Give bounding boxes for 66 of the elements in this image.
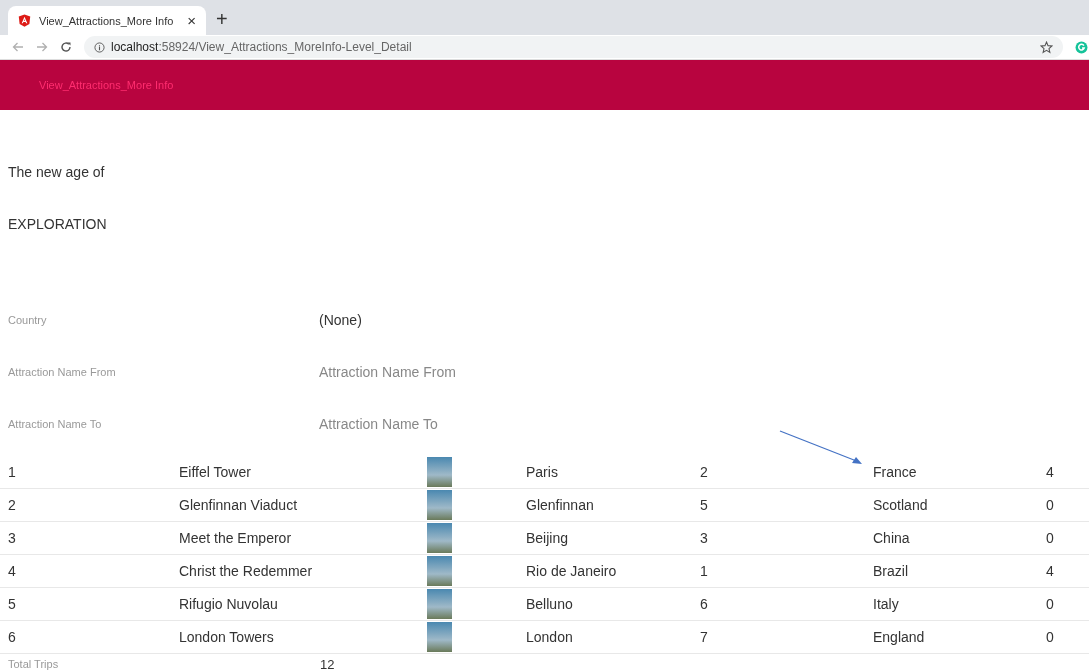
table-cell-text: 4 [1046,563,1055,579]
reload-icon[interactable] [60,41,72,53]
table-cell-text: 6 [700,596,709,612]
table-cell-text: 2 [700,464,709,480]
table-cell-text: Beijing [526,530,570,546]
table-cell-text: 0 [1046,596,1055,612]
table-cell-text: 5 [700,497,709,513]
tab-title: View_Attractions_More Info [39,14,175,27]
table-cell-text: 6 [8,629,17,645]
address-field[interactable]: localhost:58924/View_Attractions_MoreInfo-Level_Detail [84,36,1063,58]
table-cell-text: 1 [8,464,17,480]
table-cell-text: 7 [700,629,709,645]
photo-placeholder [427,523,452,553]
table-cell-text: China [873,530,911,546]
filter-label: Country [8,314,48,326]
table-cell-text: 3 [8,530,17,546]
total-label: Total Trips [8,658,60,670]
shield-logo-icon [18,14,31,27]
table-cell-text: London Towers [179,629,275,645]
photo-placeholder [427,457,452,487]
table-cell-text: Rio de Janeiro [526,563,618,579]
close-tab-button[interactable]: × [187,12,196,29]
input-field[interactable]: Attraction Name From [319,362,569,382]
table-cell-text: Belluno [526,596,574,612]
browser-tab[interactable]: View_Attractions_More Info × [8,6,206,35]
table-cell-text: Glenfinnan Viaduct [179,497,299,513]
table-cell-text: England [873,629,926,645]
table-cell-text: Scotland [873,497,929,513]
photo-placeholder [427,490,452,520]
table-cell-text: Meet the Emperor [179,530,293,546]
back-icon[interactable] [12,41,24,53]
star-icon[interactable] [1040,40,1053,54]
tagline-heading: EXPLORATION [8,215,108,234]
table-cell-text: 0 [1046,530,1055,546]
table-cell-text: Italy [873,596,900,612]
filter-label: Attraction Name From [8,366,117,378]
filter-label: Attraction Name To [8,418,103,430]
table-cell-text: 5 [8,596,17,612]
table-cell-text: Paris [526,464,559,480]
app-title: View_Attractions_More Info [39,79,174,91]
extension-icon[interactable] [1075,40,1088,54]
table-cell-text: Glenfinnan [526,497,595,513]
photo-placeholder [427,589,452,619]
table-cell-text: Rifugio Nuvolau [179,596,279,612]
forward-icon[interactable] [36,41,48,53]
url-text: localhost:58924/View_Attractions_MoreInfo-Level_Detail [111,40,413,54]
table-cell-text: 3 [700,530,709,546]
table-cell-text: France [873,464,918,480]
table-cell-text: 2 [8,497,17,513]
table-cell-text: London [526,629,574,645]
table-cell-text: 0 [1046,629,1055,645]
table-cell-text: 1 [700,563,709,579]
new-tab-button[interactable]: + [216,8,228,30]
table-cell-text: Christ the Redemmer [179,563,314,579]
info-icon [94,41,105,53]
table-cell-text: 4 [1046,464,1055,480]
input-field[interactable]: Attraction Name To [319,414,569,434]
tagline-text: The new age of [8,163,106,182]
photo-placeholder [427,622,452,652]
table-cell-text: 4 [8,563,17,579]
table-cell-text: Eiffel Tower [179,464,252,480]
photo-placeholder [427,556,452,586]
table-cell-text: 0 [1046,497,1055,513]
country-select[interactable]: (None) [319,312,362,328]
total-value: 12 [320,656,335,672]
table-cell-text: Brazil [873,563,909,579]
